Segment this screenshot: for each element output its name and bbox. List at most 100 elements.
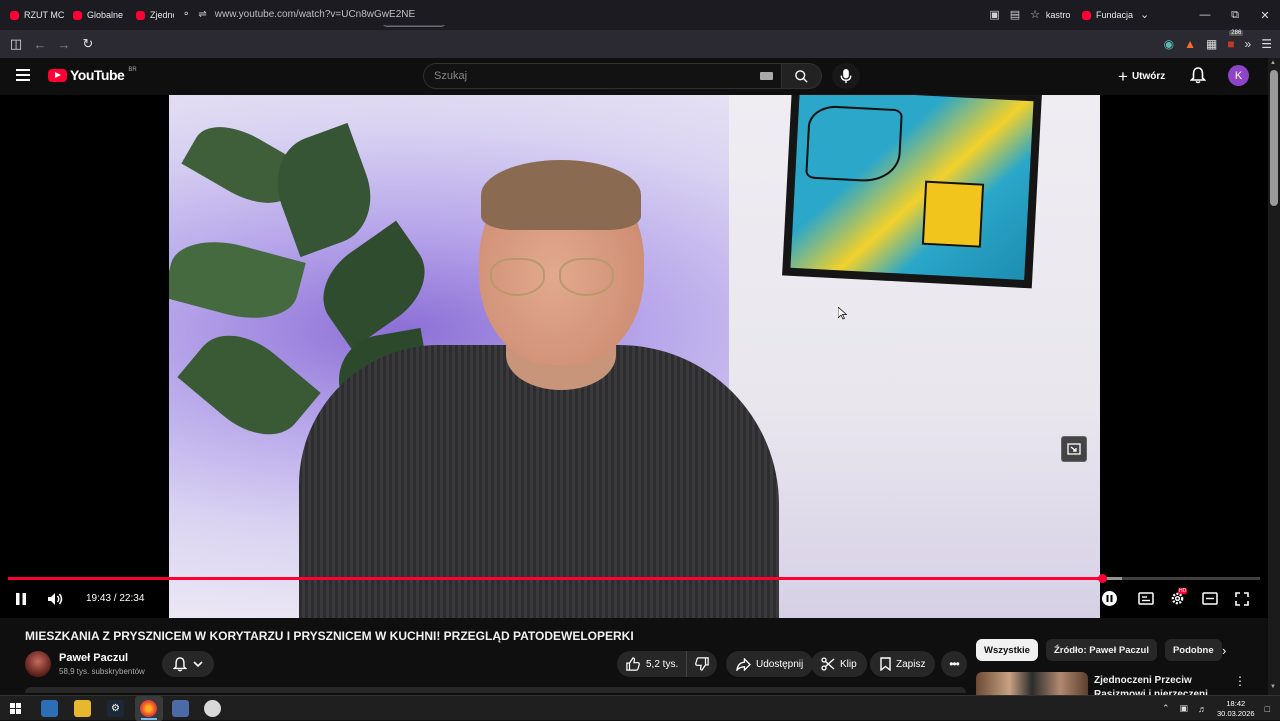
recommendation-thumbnail[interactable]	[976, 672, 1088, 696]
recommendation-title[interactable]: Zjednoczeni Przeciw Rasizmowi i nierzecz…	[1094, 674, 1234, 696]
windows-taskbar: ⚙ ⌃ ▣ ♬ 18:42 30.03.2026 □	[0, 695, 1280, 721]
clip-button[interactable]: Klip	[811, 651, 867, 677]
windows-start-icon[interactable]	[10, 703, 21, 714]
scroll-thumb[interactable]	[1270, 70, 1278, 206]
tab-label: RZUT MC	[24, 10, 65, 20]
close-window-icon[interactable]: ✕	[1250, 9, 1280, 22]
youtube-logo[interactable]: YouTube BR	[48, 67, 137, 83]
external-link-icon	[1067, 443, 1081, 455]
progress-scrubber[interactable]	[1097, 574, 1107, 583]
tab-list-chevron-icon[interactable]: ⌄	[1140, 8, 1149, 21]
browser-tab[interactable]: Fundacja	[1076, 3, 1139, 27]
player-controls: 19:43 / 22:34 HD	[0, 585, 1268, 615]
minimize-icon[interactable]: —	[1190, 9, 1220, 21]
firefox-icon[interactable]	[140, 700, 157, 717]
voice-search-button[interactable]	[832, 63, 860, 89]
video-player[interactable]: 19:43 / 22:34 HD	[0, 95, 1268, 618]
mouse-cursor-icon	[838, 307, 847, 320]
address-bar[interactable]: ⚬ ⇌ www.youtube.com/watch?v=UCn8wGwE2NE …	[174, 3, 1046, 25]
youtube-header: YouTube BR Szukaj + Utwórz K	[0, 58, 1268, 95]
extensions-puzzle-icon[interactable]: ▦	[1206, 37, 1217, 51]
clip-label: Klip	[840, 658, 857, 670]
taskbar-clock[interactable]: 18:42 30.03.2026	[1217, 699, 1255, 719]
bookmark-star-icon[interactable]: ☆	[1030, 8, 1040, 21]
volume-icon[interactable]	[47, 592, 65, 606]
clock-date: 30.03.2026	[1217, 708, 1255, 718]
file-explorer-icon[interactable]	[74, 700, 91, 717]
vpn-extension-icon[interactable]: ◉	[1164, 37, 1174, 51]
clock-time: 18:42	[1226, 698, 1246, 708]
picture-in-picture-icon[interactable]: ▣	[989, 8, 999, 21]
create-button[interactable]: + Utwórz	[1118, 66, 1165, 86]
app-menu-icon[interactable]: ☰	[1261, 37, 1272, 51]
youtube-play-logo-icon	[48, 68, 67, 82]
steam-icon[interactable]: ⚙	[107, 700, 124, 717]
forward-icon[interactable]: →	[52, 37, 76, 52]
browser-toolbar: ◫ ← → ↻	[0, 30, 1280, 58]
speaker-icon[interactable]: ♬	[1198, 704, 1207, 714]
account-avatar[interactable]: K	[1228, 65, 1249, 86]
fox-extension-icon[interactable]: ▲	[1184, 37, 1196, 51]
notifications-bell-icon[interactable]	[1189, 67, 1207, 89]
filter-chip[interactable]: Podobne	[1164, 639, 1222, 661]
filter-chips: Wszystkie Źródło: Paweł Paczul Podobne	[976, 639, 1222, 661]
shield-icon[interactable]: ⚬	[182, 9, 190, 20]
product-overlay-button[interactable]	[1061, 436, 1087, 462]
browser-tab[interactable]: Globalne	[67, 3, 130, 27]
filter-chip[interactable]: Źródło: Paweł Paczul	[1045, 639, 1157, 661]
save-button[interactable]: Zapisz	[870, 651, 936, 677]
chevron-right-icon[interactable]: ›	[1222, 643, 1226, 658]
chevron-down-icon	[193, 660, 203, 667]
progress-bar[interactable]	[8, 574, 1260, 583]
theater-mode-icon[interactable]	[1202, 592, 1218, 605]
search-button[interactable]	[782, 63, 822, 89]
search-input[interactable]: Szukaj	[423, 63, 782, 89]
like-dislike-group: 5,2 tys.	[617, 651, 717, 677]
autoplay-toggle[interactable]	[1102, 591, 1117, 606]
calculator-icon[interactable]	[172, 700, 189, 717]
like-button[interactable]: 5,2 tys.	[617, 651, 687, 677]
kebab-menu-icon[interactable]: ⋮	[1234, 674, 1246, 688]
network-icon[interactable]: ▣	[1180, 703, 1189, 714]
reload-icon[interactable]: ↻	[76, 36, 100, 52]
description-box[interactable]	[25, 687, 966, 693]
sidebar-toggle-icon[interactable]: ◫	[4, 36, 28, 52]
video-person-glasses	[487, 258, 617, 298]
adblock-extension-icon[interactable]: ■ 286	[1227, 30, 1244, 51]
pause-icon[interactable]	[15, 592, 27, 606]
filter-chip[interactable]: Wszystkie	[976, 639, 1038, 661]
guide-menu-icon[interactable]	[16, 69, 30, 81]
tray-chevron-up-icon[interactable]: ⌃	[1162, 703, 1170, 714]
tab-label: Fundacja	[1096, 10, 1134, 20]
video-person-hair	[481, 160, 641, 230]
video-frame[interactable]	[169, 95, 1100, 618]
notification-settings-button[interactable]	[162, 651, 214, 677]
search-icon	[795, 69, 808, 83]
overflow-chevron-icon[interactable]: »	[1245, 37, 1252, 51]
settings-button[interactable]: HD	[1170, 588, 1188, 611]
globe-app-icon[interactable]	[204, 700, 221, 717]
page-scrollbar[interactable]: ▲ ▼	[1268, 58, 1280, 695]
scroll-up-icon[interactable]: ▲	[1270, 60, 1276, 66]
channel-avatar[interactable]	[25, 651, 51, 677]
dislike-button[interactable]	[687, 651, 717, 677]
browser-tab[interactable]: RZUT MC	[4, 3, 67, 27]
more-actions-button[interactable]: •••	[941, 651, 967, 677]
scroll-down-icon[interactable]: ▼	[1270, 684, 1276, 690]
fullscreen-icon[interactable]	[1235, 592, 1249, 606]
tab-label: Globalne	[87, 10, 124, 20]
keyboard-icon[interactable]	[760, 72, 773, 80]
youtube-favicon-icon	[73, 10, 82, 20]
channel-name[interactable]: Paweł Paczul	[59, 652, 128, 664]
reader-view-icon[interactable]: ▤	[1010, 8, 1020, 21]
subtitles-icon[interactable]	[1138, 592, 1154, 605]
computer-icon[interactable]	[41, 700, 58, 717]
site-permissions-icon[interactable]: ⇌	[198, 9, 206, 20]
share-label: Udostępnij	[756, 658, 804, 670]
notification-center-icon[interactable]: □	[1265, 704, 1270, 714]
back-icon[interactable]: ←	[28, 37, 52, 52]
youtube-favicon-icon	[1082, 10, 1091, 20]
restore-icon[interactable]: ⧉	[1220, 9, 1250, 22]
url-text[interactable]: www.youtube.com/watch?v=UCn8wGwE2NE	[215, 9, 415, 20]
share-button[interactable]: Udostępnij	[726, 651, 814, 677]
